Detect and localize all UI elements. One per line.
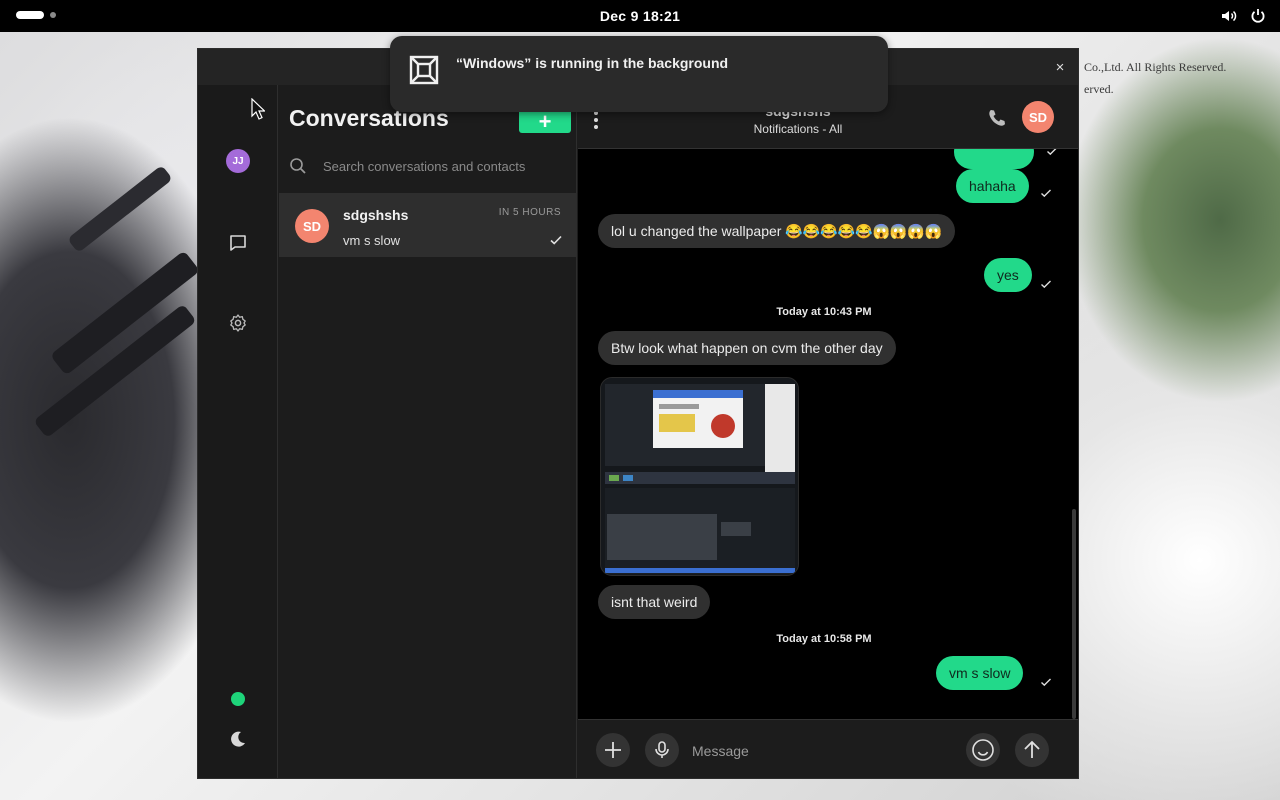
message-bubble-incoming[interactable]: isnt that weird (598, 585, 711, 619)
power-icon[interactable] (1250, 8, 1266, 29)
attach-button[interactable] (596, 733, 630, 767)
message-bubble-outgoing[interactable]: yes (984, 258, 1032, 292)
plus-icon (605, 742, 621, 758)
message-bubble-incoming[interactable]: Btw look what happen on cvm the other da… (598, 331, 896, 365)
date-separator: Today at 10:58 PM (776, 633, 872, 645)
read-check-icon (1041, 280, 1051, 289)
wallpaper-text: erved. (1084, 82, 1114, 96)
workspace-active-pill (16, 11, 44, 19)
online-status-indicator[interactable] (231, 692, 245, 706)
activities-indicator[interactable] (16, 11, 56, 19)
user-avatar[interactable]: JJ (226, 149, 250, 173)
search-input[interactable] (323, 158, 563, 174)
notification-text: “Windows” is running in the background (456, 55, 729, 71)
chat-icon (230, 235, 246, 251)
messenger-window: × JJ Conversations + SD sdgshshs IN 5 HO… (197, 48, 1079, 779)
settings-nav-button[interactable] (226, 311, 250, 335)
last-message-snippet: vm s slow (343, 233, 401, 248)
settings-icon (230, 314, 246, 332)
message-input[interactable] (692, 740, 952, 762)
wallpaper-shape (67, 164, 173, 254)
clock[interactable]: Dec 9 18:21 (600, 8, 680, 24)
contact-name: sdgshshs (343, 207, 409, 223)
message-bubble-incoming[interactable]: lol u changed the wallpaper 😂😂😂😂😂😱😱😱😱 (598, 214, 956, 248)
chat-pane: sdgshshs Notifications - All SD hahaha l… (578, 85, 1078, 778)
read-check-icon (550, 235, 562, 245)
emoji-icon (972, 739, 994, 761)
message-composer (578, 719, 1078, 778)
contact-avatar[interactable]: SD (1022, 101, 1054, 133)
workspace-dot (50, 12, 56, 18)
image-attachment[interactable] (600, 377, 799, 576)
chats-nav-button[interactable] (226, 231, 250, 255)
message-bubble-outgoing (954, 149, 1034, 169)
close-window-button[interactable]: × (1050, 57, 1070, 77)
date-separator: Today at 10:43 PM (776, 306, 872, 318)
microphone-icon (655, 741, 669, 758)
new-conversation-button[interactable]: + (519, 111, 571, 133)
phone-icon (989, 110, 1005, 126)
message-bubble-outgoing[interactable]: vm s slow (936, 656, 1024, 690)
emoji-button[interactable] (966, 733, 1000, 767)
app-grid-icon (409, 55, 439, 85)
mouse-cursor-icon (251, 98, 265, 120)
notification-setting[interactable]: Notifications - All (578, 122, 1018, 136)
arrow-up-icon (1024, 740, 1040, 758)
nav-rail: JJ (198, 85, 278, 778)
search-icon (290, 158, 306, 174)
system-tray[interactable] (1220, 7, 1266, 30)
theme-toggle-button[interactable] (226, 727, 250, 751)
conversation-time: IN 5 HOURS (498, 207, 561, 218)
conversation-item[interactable]: SD sdgshshs IN 5 HOURS vm s slow (279, 193, 577, 257)
search-bar (289, 151, 569, 181)
top-bar: Dec 9 18:21 (0, 0, 1280, 32)
message-scrollbar[interactable] (1072, 509, 1076, 719)
wallpaper-text: Co.,Ltd. All Rights Reserved. (1084, 60, 1227, 74)
screenshot-thumbnail (601, 378, 798, 575)
message-list[interactable]: hahaha lol u changed the wallpaper 😂😂😂😂😂… (578, 149, 1078, 719)
moon-icon (231, 731, 245, 747)
read-check-icon (1041, 678, 1051, 687)
notification-banner[interactable]: “Windows” is running in the background (390, 36, 888, 112)
message-bubble-outgoing[interactable]: hahaha (956, 169, 1029, 203)
conversation-list-panel: Conversations + SD sdgshshs IN 5 HOURS v… (279, 85, 577, 778)
volume-icon[interactable] (1220, 7, 1238, 30)
send-button[interactable] (1015, 733, 1049, 767)
contact-avatar: SD (295, 209, 329, 243)
call-button[interactable] (986, 107, 1008, 134)
read-check-icon (1041, 189, 1051, 198)
voice-message-button[interactable] (645, 733, 679, 767)
read-check-icon (1047, 149, 1057, 156)
